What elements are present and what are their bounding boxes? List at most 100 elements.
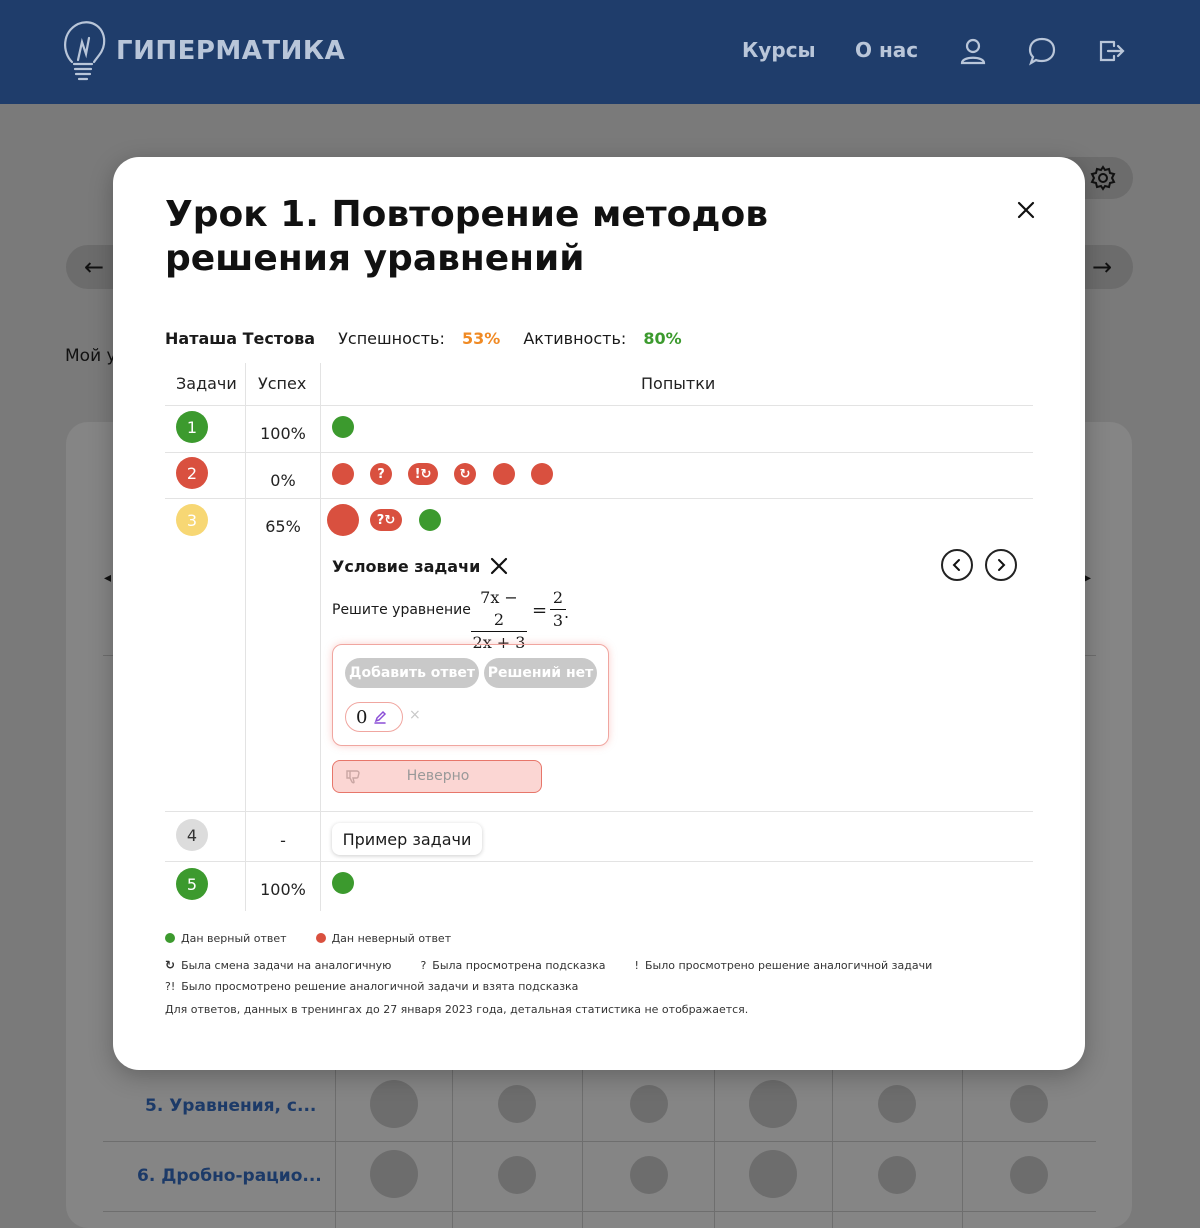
example-task-button[interactable]: Пример задачи [332, 823, 482, 855]
attempt-correct[interactable] [332, 872, 354, 894]
legend-hint-symbol: ? [420, 959, 427, 972]
green-dot-icon [165, 933, 175, 943]
task-number-badge[interactable]: 2 [176, 457, 208, 489]
logout-icon[interactable] [1096, 36, 1126, 66]
attempt-solution-swap[interactable]: ! ↻ [408, 463, 438, 485]
pencil-icon[interactable] [373, 710, 387, 724]
task-success: 65% [265, 517, 301, 536]
legend-line: ↻ Была смена задачи на аналогичную ? Была … [165, 958, 932, 972]
bg-table-row[interactable]: 6. Дробно-рацио... [103, 1142, 1096, 1212]
numerator: 7x − 2 [471, 587, 527, 632]
activity-label: Активность: [523, 329, 627, 348]
activity-value: 80% [643, 329, 682, 348]
bg-pie-icon [749, 1150, 797, 1198]
table-divider [165, 498, 1033, 499]
refresh-icon: ↻ [165, 958, 176, 972]
remove-answer-icon[interactable]: × [409, 707, 421, 723]
legend-note: Для ответов, данных в тренингах до 27 ян… [165, 1003, 749, 1016]
legend-wrong: Дан неверный ответ [331, 932, 452, 945]
column-header-attempts: Попытки [641, 374, 716, 393]
task-number-badge[interactable]: 4 [176, 819, 208, 851]
verdict-badge: Неверно [332, 760, 542, 793]
task-success: - [280, 831, 286, 850]
attempt-wrong-selected[interactable] [327, 504, 359, 536]
chevron-left-icon[interactable]: ◂ [104, 570, 111, 586]
bg-pie-icon [370, 1080, 418, 1128]
chevron-right-icon [998, 559, 1006, 571]
attempt-correct[interactable] [419, 509, 441, 531]
lightbulb-logo-icon[interactable] [58, 16, 108, 84]
site-header: ГИПЕРМАТИКА Курсы О нас [0, 0, 1200, 104]
logo-text[interactable]: ГИПЕРМАТИКА [116, 36, 345, 66]
bg-row-label[interactable]: 6. Дробно-рацио... [137, 1166, 322, 1186]
verdict-label: Неверно [406, 768, 470, 784]
arrow-left-icon: ← [84, 253, 105, 281]
legend-solution-symbol: ! [634, 959, 639, 972]
nav-about-link[interactable]: О нас [855, 38, 918, 62]
bg-table-row[interactable]: 5. Уравнения, с... [103, 1072, 1096, 1142]
task-success: 0% [270, 471, 296, 490]
bg-pie-icon [370, 1150, 418, 1198]
bg-pie-icon [498, 1085, 536, 1123]
table-divider [165, 811, 1033, 812]
modal-title: Урок 1. Повторение методов решения уравн… [165, 194, 768, 279]
table-divider [165, 861, 1033, 862]
next-attempt-button[interactable] [985, 549, 1017, 581]
attempt-hint-swap[interactable]: ? ↻ [370, 509, 402, 531]
red-dot-icon [315, 933, 326, 943]
legend-line: Дан верный ответ Дан неверный ответ [165, 932, 451, 945]
condition-title: Условие задачи [332, 557, 481, 576]
task-number-badge[interactable]: 5 [176, 868, 208, 900]
equals-sign: = [532, 600, 548, 621]
chevron-left-icon [952, 559, 960, 571]
equation-period: . [564, 603, 570, 622]
chevron-right-icon[interactable]: ▸ [1084, 570, 1091, 586]
column-header-success: Успех [258, 374, 307, 393]
user-icon[interactable] [958, 36, 988, 66]
nav-courses-link[interactable]: Курсы [742, 38, 816, 62]
task-number-badge[interactable]: 3 [176, 504, 208, 536]
attempt-wrong[interactable] [493, 463, 515, 485]
lesson-stats-modal: Урок 1. Повторение методов решения уравн… [113, 157, 1085, 1070]
task-number-badge[interactable]: 1 [176, 411, 208, 443]
bg-pie-icon [498, 1156, 536, 1194]
close-condition-icon[interactable] [489, 556, 509, 576]
bg-pie-icon [878, 1085, 916, 1123]
no-solution-button[interactable]: Решений нет [484, 658, 597, 688]
attempt-wrong[interactable] [332, 463, 354, 485]
close-icon[interactable] [1013, 197, 1039, 223]
add-answer-button[interactable]: Добавить ответ [345, 658, 479, 688]
table-divider [245, 363, 246, 911]
gear-icon[interactable] [1090, 165, 1116, 191]
answer-value: 0 [356, 706, 368, 728]
bg-pie-icon [1010, 1156, 1048, 1194]
task-success: 100% [260, 880, 306, 899]
chat-icon[interactable] [1027, 36, 1057, 66]
attempt-correct[interactable] [332, 416, 354, 438]
attempt-hint[interactable]: ? [370, 463, 392, 485]
legend-swap: Была смена задачи на аналогичную [181, 959, 392, 972]
answer-chip[interactable]: 0 [345, 702, 403, 732]
bg-pie-icon [878, 1156, 916, 1194]
bg-pie-icon [1010, 1085, 1048, 1123]
attempt-wrong[interactable] [531, 463, 553, 485]
refresh-icon: ↻ [420, 466, 432, 482]
student-name: Наташа Тестова [165, 329, 316, 348]
refresh-icon: ↻ [459, 466, 471, 482]
column-header-tasks: Задачи [176, 374, 237, 393]
table-divider [165, 405, 1033, 406]
table-divider [165, 452, 1033, 453]
bg-row-label[interactable]: 5. Уравнения, с... [145, 1096, 316, 1116]
legend-correct: Дан верный ответ [181, 932, 287, 945]
legend-line: ?! Было просмотрено решение аналогичной з… [165, 980, 578, 993]
legend-solution: Было просмотрено решение аналогичной зад… [644, 959, 933, 972]
answer-box: Добавить ответ Решений нет 0 × [332, 644, 609, 746]
prev-attempt-button[interactable] [941, 549, 973, 581]
legend-both-symbol: ?! [165, 980, 176, 993]
student-stats: Наташа Тестова Успешность: 53% Активност… [165, 329, 682, 348]
hint-mark: ? [376, 512, 385, 528]
task-success: 100% [260, 424, 306, 443]
legend-both: Было просмотрено решение аналогичной зад… [181, 980, 579, 993]
attempt-swap[interactable]: ↻ [454, 463, 476, 485]
legend-hint: Была просмотрена подсказка [432, 959, 606, 972]
